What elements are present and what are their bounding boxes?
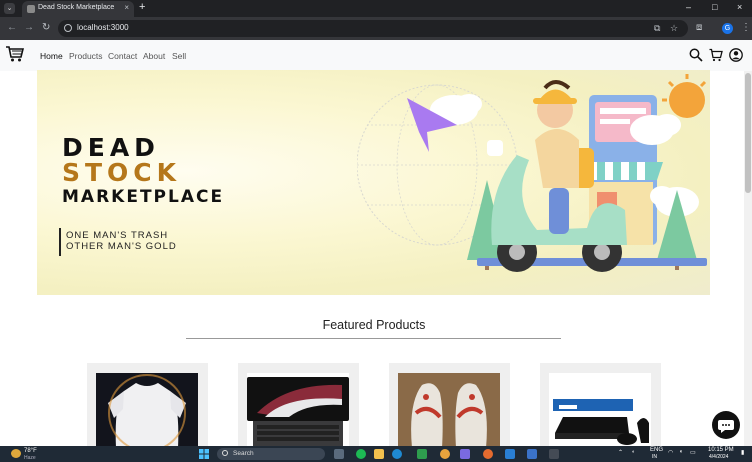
product-card[interactable] — [238, 363, 359, 448]
rider-graphic — [533, 80, 594, 234]
language-indicator[interactable]: ENG — [650, 447, 663, 453]
nav-link-sell[interactable]: Sell — [172, 51, 186, 61]
edge-icon[interactable] — [392, 449, 402, 459]
hero-tagline-2: OTHER MAN'S GOLD — [66, 241, 177, 252]
weather-icon[interactable] — [11, 449, 21, 458]
cart-logo-icon[interactable] — [6, 46, 24, 62]
page-scrollbar[interactable] — [744, 71, 752, 446]
hero-title-marketplace: MARKETPLACE — [62, 187, 225, 207]
featured-products-title: Featured Products — [322, 318, 426, 332]
tshirt-image — [108, 374, 186, 448]
app-icon-2[interactable] — [460, 449, 470, 459]
site-info-icon[interactable] — [64, 24, 72, 32]
search-icon — [222, 450, 228, 456]
close-window-button[interactable]: × — [737, 2, 742, 12]
tagline-divider — [59, 228, 61, 256]
profile-avatar[interactable]: G — [722, 23, 733, 34]
wifi-icon[interactable]: ◠ — [668, 449, 673, 456]
battery-icon[interactable]: ▭ — [690, 449, 696, 456]
volume-icon[interactable]: ◖ — [679, 449, 683, 455]
chat-app-icon[interactable] — [356, 449, 366, 459]
product-image-ps4-console[interactable] — [549, 373, 651, 448]
delivery-scooter-illustration — [357, 74, 707, 272]
chat-button[interactable] — [712, 411, 740, 439]
windows-taskbar: 78°F Haze Search ⌃ ◐ ENG IN ◠ ◖ ▭ 10:15 … — [0, 446, 752, 462]
featured-divider — [186, 338, 561, 339]
tab-title: Dead Stock Marketplace — [38, 4, 115, 11]
back-icon[interactable]: ← — [7, 22, 17, 33]
url-text: localhost:3000 — [77, 23, 129, 32]
vscode-icon[interactable] — [505, 449, 515, 459]
language-indicator-2: IN — [652, 454, 657, 460]
app-icon-3[interactable] — [483, 449, 493, 459]
ps4-image — [553, 399, 649, 445]
hero-banner: DEAD STOCK MARKETPLACE ONE MAN'S TRASH O… — [37, 70, 710, 295]
nav-link-home[interactable]: Home — [40, 51, 63, 61]
app-icon[interactable] — [417, 449, 427, 459]
site-navbar: Home Products Contact About Sell — [0, 40, 752, 71]
product-image-sneakers[interactable] — [398, 373, 500, 448]
sneakers-image — [411, 383, 487, 448]
chevron-down-icon[interactable]: ⌄ — [4, 3, 15, 14]
product-card[interactable] — [87, 363, 208, 448]
hero-title-stock: STOCK — [62, 158, 182, 187]
new-tab-button[interactable]: + — [139, 1, 145, 13]
minimize-button[interactable]: – — [686, 2, 691, 12]
browser-tab[interactable]: Dead Stock Marketplace × — [22, 1, 134, 17]
weather-temp[interactable]: 78°F — [24, 448, 37, 454]
weather-desc: Haze — [24, 455, 36, 461]
product-card[interactable] — [540, 363, 661, 448]
product-image-laptop[interactable] — [247, 373, 349, 448]
scrollbar-thumb[interactable] — [745, 73, 751, 193]
taskbar-search-label: Search — [233, 450, 254, 457]
laptop-image — [247, 377, 349, 448]
forward-icon[interactable]: → — [24, 22, 34, 33]
task-view-icon[interactable] — [334, 449, 344, 459]
notification-icon[interactable]: ▮ — [741, 449, 744, 456]
windows-start-icon[interactable] — [199, 449, 209, 459]
terminal-icon[interactable] — [549, 449, 559, 459]
browser-toolbar: ← → ↻ localhost:3000 ⧉ ☆ ⧈ G ⋮ — [0, 17, 752, 40]
cast-icon[interactable]: ⧉ — [654, 23, 660, 34]
browser-tab-bar: ⌄ Dead Stock Marketplace × + – □ × — [0, 0, 752, 17]
extensions-icon[interactable]: ⧈ — [696, 22, 702, 33]
clock-time[interactable]: 10:15 PM — [708, 447, 734, 453]
menu-kebab-icon[interactable]: ⋮ — [741, 22, 751, 33]
clock-date: 4/4/2024 — [709, 454, 729, 460]
file-explorer-icon[interactable] — [374, 449, 384, 459]
favicon-icon — [27, 5, 35, 13]
chrome-icon[interactable] — [440, 449, 450, 459]
nav-link-about[interactable]: About — [143, 51, 165, 61]
product-card[interactable] — [389, 363, 510, 448]
tray-chevron-icon[interactable]: ⌃ — [618, 449, 623, 456]
nav-link-contact[interactable]: Contact — [108, 51, 137, 61]
bookmark-star-icon[interactable]: ☆ — [670, 23, 678, 34]
hero-tagline-1: ONE MAN'S TRASH — [66, 230, 169, 241]
taskbar-search[interactable]: Search — [217, 448, 325, 460]
tab-close-button[interactable]: × — [124, 3, 129, 12]
app-icon-4[interactable] — [527, 449, 537, 459]
product-image-white-tshirt[interactable] — [96, 373, 198, 448]
nav-link-products[interactable]: Products — [69, 51, 103, 61]
user-account-icon[interactable] — [729, 48, 743, 62]
address-bar[interactable]: localhost:3000 ⧉ ☆ — [58, 20, 688, 37]
maximize-button[interactable]: □ — [712, 2, 717, 12]
search-icon[interactable] — [689, 48, 703, 62]
reload-icon[interactable]: ↻ — [42, 22, 50, 33]
chat-bubble-icon — [718, 420, 734, 433]
cart-icon[interactable] — [709, 48, 723, 62]
tray-app-icon[interactable]: ◐ — [632, 449, 635, 455]
sun-graphic — [662, 74, 707, 118]
